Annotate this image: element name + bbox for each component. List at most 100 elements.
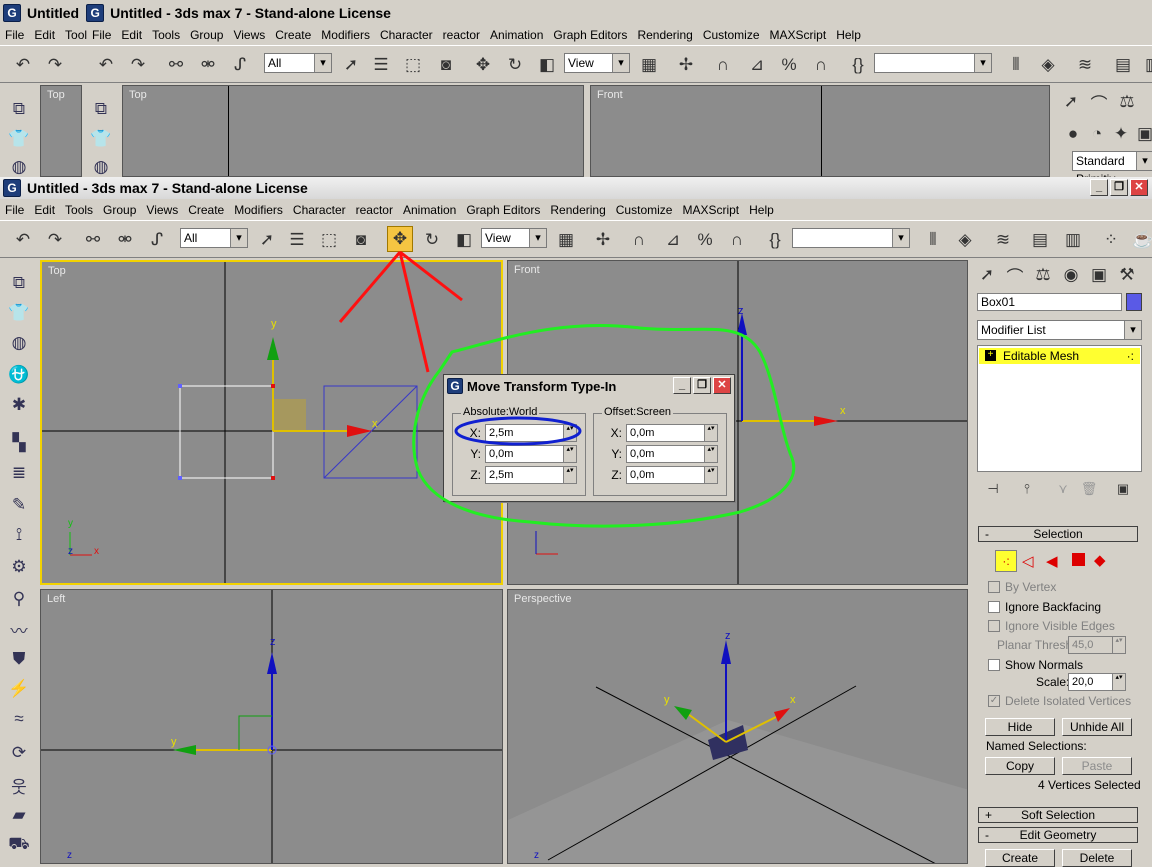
select-icon[interactable]: ➚ xyxy=(338,52,364,78)
link-icon[interactable]: ⚯ xyxy=(163,52,189,78)
menu-tools[interactable]: Tools xyxy=(60,203,98,217)
rotate-icon[interactable]: ↻ xyxy=(419,227,445,253)
close-button[interactable]: ✕ xyxy=(1130,179,1148,196)
bind-spacewarp-icon[interactable]: ᔑ xyxy=(227,52,253,78)
mirror-icon[interactable]: ⫴ xyxy=(1003,52,1029,78)
menu-file[interactable]: File xyxy=(0,203,29,217)
copy-button[interactable]: Copy xyxy=(985,757,1055,775)
rotate-icon[interactable]: ↻ xyxy=(502,52,528,78)
checkbox-box[interactable] xyxy=(988,601,1000,613)
pivot-center-icon[interactable]: ▦ xyxy=(636,52,662,78)
menu-create[interactable]: Create xyxy=(183,203,229,217)
back-menu-character[interactable]: Character xyxy=(375,28,438,42)
back-menu-file-prefix[interactable]: File xyxy=(0,28,29,42)
object-color-swatch[interactable] xyxy=(1126,293,1142,311)
edge-subobject-icon[interactable]: ◁ xyxy=(1022,552,1034,570)
dialog-minimize-button[interactable]: _ xyxy=(673,377,691,394)
menu-views[interactable]: Views xyxy=(141,203,183,217)
show-normals-checkbox[interactable]: Show Normals xyxy=(988,658,1083,672)
layers-icon[interactable]: ≣ xyxy=(6,460,32,486)
manipulate-icon[interactable]: ✢ xyxy=(673,52,699,78)
delete-isolated-checkbox[interactable]: ✓ Delete Isolated Vertices xyxy=(988,694,1131,708)
ignore-backfacing-checkbox[interactable]: Ignore Backfacing xyxy=(988,600,1101,614)
percent-snap-icon[interactable]: % xyxy=(776,52,802,78)
redo-icon[interactable]: ↷ xyxy=(42,52,68,78)
offset-z-spinner[interactable]: 0,0m xyxy=(626,466,718,484)
curve-editor-icon[interactable]: ▤ xyxy=(1027,227,1053,253)
back-menu-animation[interactable]: Animation xyxy=(485,28,548,42)
create-button[interactable]: Create xyxy=(985,849,1055,867)
checkbox-box[interactable] xyxy=(988,581,1000,593)
checkbox-box[interactable] xyxy=(988,620,1000,632)
back-named-selection-dropdown[interactable] xyxy=(874,53,992,73)
back-menu-file[interactable]: File xyxy=(87,28,116,42)
schematic-view-icon[interactable]: ▥ xyxy=(1060,227,1086,253)
hierarchy-tab-icon[interactable]: ⚖ xyxy=(1030,262,1056,288)
make-unique-icon[interactable]: ⋎ xyxy=(1052,478,1074,500)
menu-edit[interactable]: Edit xyxy=(29,203,60,217)
material-editor-icon[interactable]: ⁘ xyxy=(1098,227,1124,253)
absolute-y-spinner[interactable]: 0,0m xyxy=(485,445,577,463)
move-icon[interactable]: ✥ xyxy=(470,52,496,78)
menu-rendering[interactable]: Rendering xyxy=(545,203,610,217)
menu-customize[interactable]: Customize xyxy=(611,203,678,217)
rect-selection-icon[interactable]: ⬚ xyxy=(316,227,342,253)
back-menu-group[interactable]: Group xyxy=(185,28,228,42)
viewport-left[interactable]: Left z y z xyxy=(40,589,503,864)
checkbox-box[interactable]: ✓ xyxy=(988,695,1000,707)
back-menu-rendering[interactable]: Rendering xyxy=(632,28,697,42)
percent-snap-icon[interactable]: % xyxy=(692,227,718,253)
offset-y-spinner[interactable]: 0,0m xyxy=(626,445,718,463)
checkbox-box[interactable] xyxy=(988,659,1000,671)
back-viewport-front[interactable]: Front xyxy=(590,85,1050,177)
back-menu-views[interactable]: Views xyxy=(228,28,270,42)
back-ref-coord-dropdown[interactable]: View xyxy=(564,53,630,73)
utilities-tab-icon[interactable]: ⚒ xyxy=(1114,262,1140,288)
element-subobject-icon[interactable]: ◆ xyxy=(1094,551,1106,569)
selection-filter-dropdown[interactable]: All xyxy=(180,228,248,248)
named-selection-dropdown[interactable] xyxy=(792,228,910,248)
unhide-all-button[interactable]: Unhide All xyxy=(1062,718,1132,736)
dialog-close-button[interactable]: ✕ xyxy=(713,377,731,394)
undo-icon[interactable]: ↶ xyxy=(93,52,119,78)
by-vertex-checkbox[interactable]: By Vertex xyxy=(988,580,1056,594)
motion-tab-icon[interactable]: ◉ xyxy=(1058,262,1084,288)
back-menu-create[interactable]: Create xyxy=(270,28,316,42)
dialog-maximize-button[interactable]: ❐ xyxy=(693,377,711,394)
menu-character[interactable]: Character xyxy=(288,203,351,217)
rect-selection-icon[interactable]: ⬚ xyxy=(400,52,426,78)
ragdoll-icon[interactable]: 웃 xyxy=(6,772,32,798)
select-by-name-icon[interactable]: ☰ xyxy=(368,52,394,78)
render-scene-icon[interactable]: ☕ xyxy=(1130,227,1152,253)
back-menu-graph-editors[interactable]: Graph Editors xyxy=(548,28,632,42)
schematic-view-icon[interactable]: ▥ xyxy=(1140,52,1152,78)
back-menu-modifiers[interactable]: Modifiers xyxy=(316,28,375,42)
unlink-icon[interactable]: ⚮ xyxy=(112,227,138,253)
manipulate-icon[interactable]: ✢ xyxy=(590,227,616,253)
maximize-button[interactable]: ❐ xyxy=(1110,179,1128,196)
menu-help[interactable]: Help xyxy=(744,203,779,217)
show-end-result-icon[interactable]: ⫯ xyxy=(1016,478,1038,500)
menu-group[interactable]: Group xyxy=(98,203,141,217)
scale-spinner[interactable]: 20,0 xyxy=(1068,673,1126,691)
ignore-visible-edges-checkbox[interactable]: Ignore Visible Edges xyxy=(988,619,1115,633)
spinner-snap-icon[interactable]: ∩ xyxy=(808,52,834,78)
absolute-z-spinner[interactable]: 2,5m xyxy=(485,466,577,484)
window-crossing-icon[interactable]: ◙ xyxy=(348,227,374,253)
unlink-icon[interactable]: ⚮ xyxy=(195,52,221,78)
minimize-button[interactable]: _ xyxy=(1090,179,1108,196)
back-menu-edit[interactable]: Edit xyxy=(116,28,147,42)
polygon-subobject-icon[interactable] xyxy=(1072,553,1085,566)
back-viewport-top-small[interactable]: Top xyxy=(40,85,82,177)
remove-modifier-icon[interactable]: 🗑 xyxy=(1078,478,1100,500)
viewport-perspective[interactable]: Perspective z x y z xyxy=(507,589,968,864)
back-menu-tools[interactable]: Tools xyxy=(147,28,185,42)
create-boxes-icon[interactable]: ⧉ xyxy=(6,270,32,296)
configure-sets-icon[interactable]: ▣ xyxy=(1112,478,1134,500)
align-icon[interactable]: ◈ xyxy=(1035,52,1061,78)
menu-modifiers[interactable]: Modifiers xyxy=(229,203,288,217)
water-icon[interactable]: ≈ xyxy=(6,706,32,732)
paste-button[interactable]: Paste xyxy=(1062,757,1132,775)
planar-thresh-spinner[interactable]: 45,0 xyxy=(1068,636,1126,654)
spinner-snap-icon[interactable]: ∩ xyxy=(724,227,750,253)
